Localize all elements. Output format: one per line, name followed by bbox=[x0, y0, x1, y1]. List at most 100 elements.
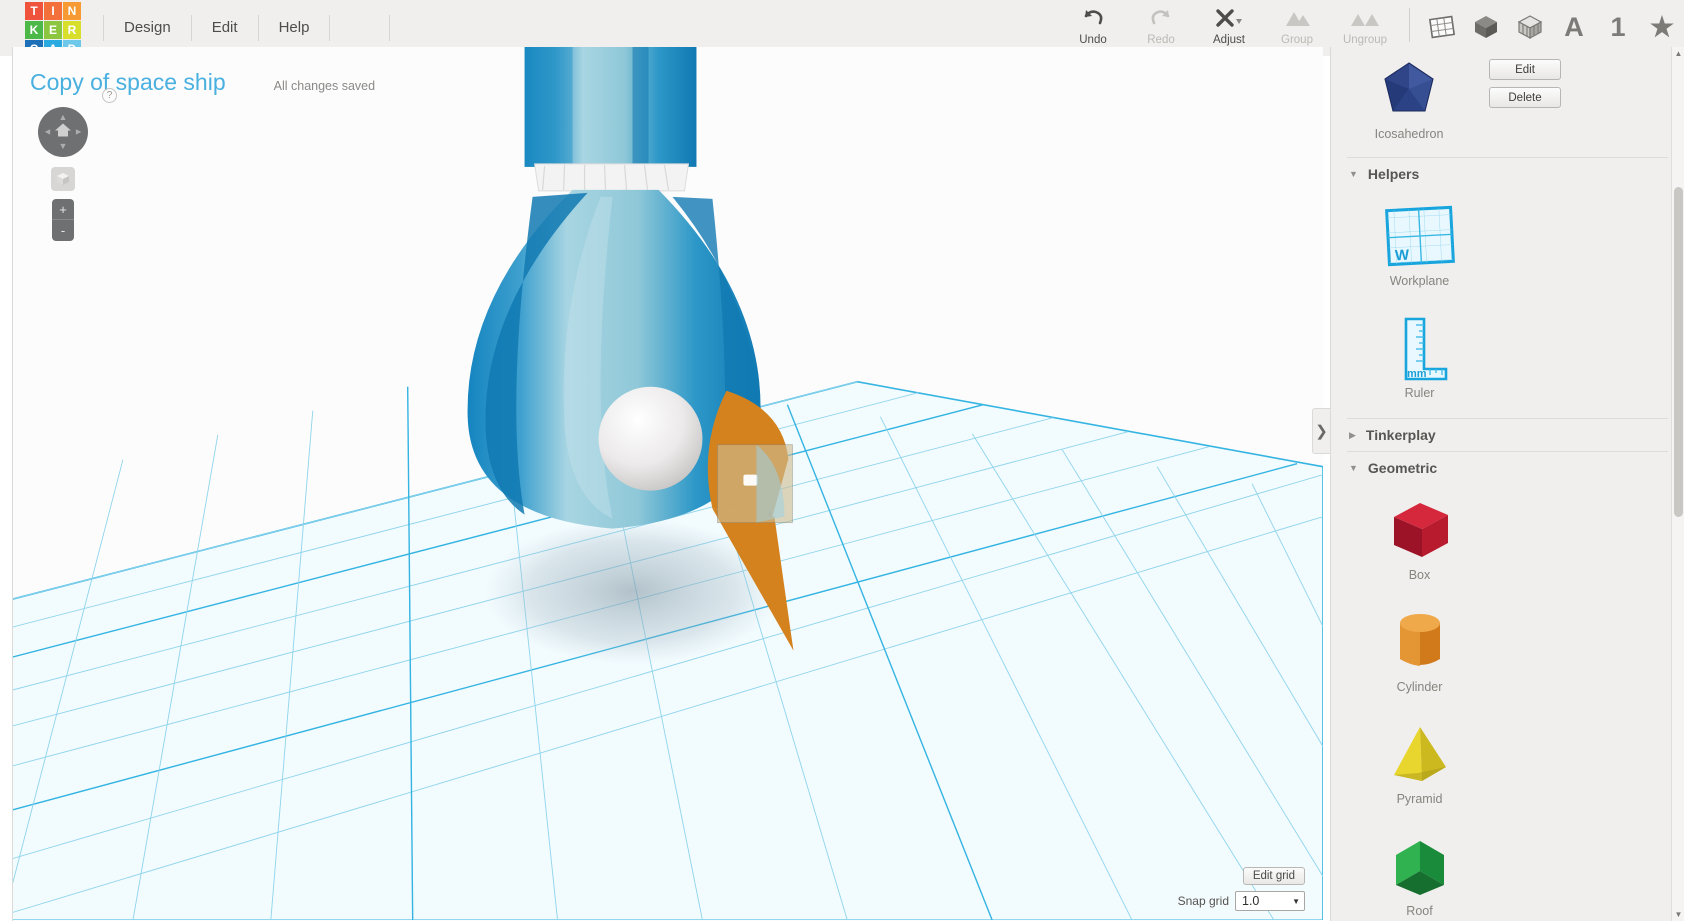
3d-scene[interactable] bbox=[13, 47, 1323, 921]
scroll-down-arrow[interactable]: ▼ bbox=[1672, 908, 1684, 921]
logo-letter-k: K bbox=[25, 21, 43, 39]
undo-button[interactable]: Undo bbox=[1059, 0, 1127, 52]
snap-grid-select[interactable]: 1.0 ▼ bbox=[1235, 891, 1305, 911]
panel-collapse-toggle[interactable]: ❯ bbox=[1312, 408, 1330, 454]
group-icon bbox=[1283, 6, 1311, 30]
fit-to-view-cube-icon bbox=[57, 173, 69, 185]
undo-label: Undo bbox=[1079, 34, 1107, 46]
shape-label: Ruler bbox=[1404, 386, 1435, 400]
fit-to-view-button[interactable] bbox=[51, 167, 75, 191]
menu-edit[interactable]: Edit bbox=[192, 15, 259, 41]
section-header-geometric[interactable]: ▼ Geometric bbox=[1331, 452, 1684, 484]
menu-help[interactable]: Help bbox=[259, 15, 331, 41]
shape-label: Workplane bbox=[1389, 274, 1450, 288]
logo-letter-r: R bbox=[63, 21, 81, 39]
number-one-glyph: 1 bbox=[1610, 11, 1626, 42]
svg-text:W: W bbox=[1394, 247, 1410, 265]
redo-icon bbox=[1150, 6, 1172, 30]
tinkercad-app: TINKERCAD DesignEditHelp Undo Redo bbox=[0, 0, 1684, 921]
section-title: Helpers bbox=[1367, 166, 1420, 182]
zoom-out-button[interactable]: - bbox=[52, 220, 74, 241]
home-view-icon[interactable] bbox=[54, 122, 72, 143]
grid-controls: Edit grid Snap grid 1.0 ▼ bbox=[1178, 866, 1305, 911]
zoom-controls: + - bbox=[52, 199, 74, 241]
grid-plane-icon[interactable] bbox=[1423, 7, 1461, 47]
solid-cube-icon[interactable] bbox=[1467, 7, 1505, 47]
redo-button[interactable]: Redo bbox=[1127, 0, 1195, 52]
triangle-down-icon: ▼ bbox=[1349, 169, 1358, 179]
shape-item-cylinder[interactable]: Cylinder bbox=[1331, 600, 1508, 712]
svg-text:mm: mm bbox=[1407, 368, 1427, 380]
edit-grid-button[interactable]: Edit grid bbox=[1242, 867, 1305, 885]
edit-shape-button[interactable]: Edit bbox=[1489, 59, 1561, 80]
zoom-in-button[interactable]: + bbox=[52, 199, 74, 220]
workplane-icon: W bbox=[1380, 200, 1460, 272]
number-shapes-icon[interactable]: 1 bbox=[1599, 7, 1637, 47]
box-icon bbox=[1382, 494, 1458, 566]
shape-label: Box bbox=[1408, 568, 1431, 582]
shape-item-workplane[interactable]: W Workplane bbox=[1331, 194, 1508, 306]
group-label: Group bbox=[1281, 34, 1313, 46]
shape-label: Cylinder bbox=[1396, 680, 1443, 694]
orbit-right-arrow[interactable]: ► bbox=[74, 127, 83, 137]
orbit-left-arrow[interactable]: ◄ bbox=[43, 127, 52, 137]
logo-letter-t: T bbox=[25, 2, 43, 20]
shape-label: Roof bbox=[1406, 904, 1433, 918]
shape-item-pyramid[interactable]: Pyramid bbox=[1331, 712, 1508, 824]
panel-scrollbar[interactable]: ▲ ▼ bbox=[1671, 47, 1684, 921]
design-title[interactable]: Copy of space ship bbox=[30, 69, 226, 96]
logo-letter-i: I bbox=[44, 2, 62, 20]
pyramid-icon bbox=[1382, 718, 1458, 790]
roof-icon bbox=[1382, 830, 1458, 902]
view-navigation-widget: ▲ ▼ ◄ ► ? + - bbox=[38, 88, 117, 241]
menu-design[interactable]: Design bbox=[103, 15, 192, 41]
helpers-grid: W Workplane mm Ruler bbox=[1331, 190, 1684, 418]
adjust-label: Adjust bbox=[1213, 34, 1245, 46]
snap-grid-value: 1.0 bbox=[1242, 894, 1260, 908]
save-status: All changes saved bbox=[273, 79, 376, 93]
shape-item-ruler[interactable]: mm Ruler bbox=[1331, 306, 1508, 418]
orbit-pad[interactable]: ▲ ▼ ◄ ► bbox=[38, 107, 88, 157]
ruler-icon: mm bbox=[1380, 312, 1460, 384]
porthole-sphere bbox=[598, 386, 703, 491]
logo-letter-e: E bbox=[44, 21, 62, 39]
menu-spacer bbox=[330, 15, 391, 41]
letter-a-glyph: A bbox=[1564, 11, 1584, 42]
delete-shape-button[interactable]: Delete bbox=[1489, 87, 1561, 108]
triangle-right-icon: ▶ bbox=[1349, 429, 1356, 440]
section-title: Tinkerplay bbox=[1365, 427, 1436, 443]
text-shapes-icon[interactable]: A bbox=[1555, 7, 1593, 47]
toolbar-actions: Undo Redo Adjust Group Ungroup A 1 ★ bbox=[1059, 0, 1684, 52]
scroll-up-arrow[interactable]: ▲ bbox=[1672, 47, 1684, 60]
star-glyph: ★ bbox=[1649, 11, 1675, 42]
help-button[interactable]: ? bbox=[102, 88, 117, 103]
ungroup-button[interactable]: Ungroup bbox=[1331, 0, 1399, 52]
group-button[interactable]: Group bbox=[1263, 0, 1331, 52]
selected-shape-name: Icosahedron bbox=[1374, 127, 1444, 141]
logo-letter-n: N bbox=[63, 2, 81, 20]
undo-icon bbox=[1082, 6, 1104, 30]
snap-grid-label: Snap grid bbox=[1177, 894, 1229, 908]
selected-shape-preview bbox=[1377, 59, 1441, 123]
section-header-helpers[interactable]: ▼ Helpers bbox=[1331, 158, 1684, 190]
chevron-right-icon: ❯ bbox=[1315, 423, 1328, 440]
adjust-icon bbox=[1214, 6, 1244, 30]
orbit-down-arrow[interactable]: ▼ bbox=[59, 142, 68, 151]
document-header: Copy of space ship All changes saved bbox=[30, 69, 375, 96]
3d-canvas[interactable]: Copy of space ship All changes saved ▲ ▼… bbox=[12, 47, 1323, 921]
shape-item-box[interactable]: Box bbox=[1331, 488, 1508, 600]
wireframe-cube-icon[interactable] bbox=[1511, 7, 1549, 47]
icosahedron-icon bbox=[1384, 62, 1434, 112]
shape-item-roof[interactable]: Roof bbox=[1331, 824, 1508, 921]
section-title: Geometric bbox=[1367, 460, 1438, 476]
shape-label: Pyramid bbox=[1396, 792, 1443, 806]
adjust-button[interactable]: Adjust bbox=[1195, 0, 1263, 52]
toolbar-divider bbox=[1409, 8, 1410, 42]
section-header-tinkerplay[interactable]: ▶ Tinkerplay bbox=[1331, 419, 1684, 451]
selected-shape-actions: Edit Delete bbox=[1489, 59, 1561, 115]
scroll-thumb[interactable] bbox=[1674, 187, 1683, 517]
featured-shapes-icon[interactable]: ★ bbox=[1643, 7, 1681, 47]
redo-label: Redo bbox=[1147, 34, 1175, 46]
snap-grid-row: Snap grid 1.0 ▼ bbox=[1178, 891, 1305, 911]
geometric-grid: Box Cylinder Pyramid Roof bbox=[1331, 484, 1684, 921]
